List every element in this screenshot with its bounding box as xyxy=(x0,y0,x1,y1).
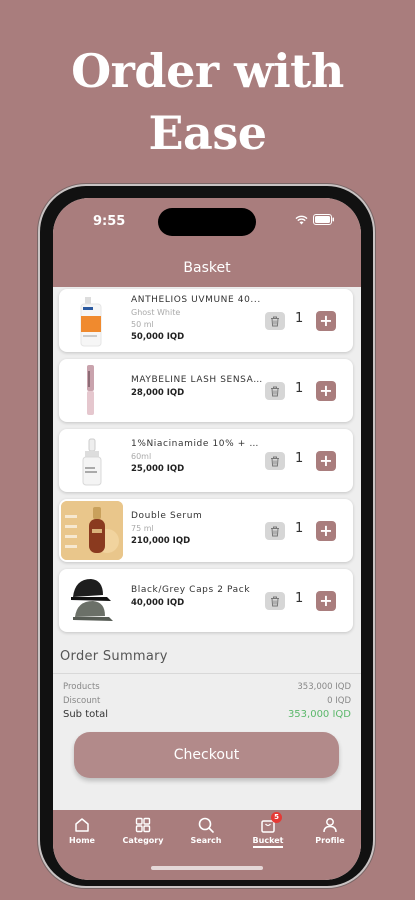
battery-icon xyxy=(313,214,334,225)
tab-label: Home xyxy=(69,836,95,845)
product-size: 50 ml xyxy=(131,320,154,329)
home-icon xyxy=(75,818,89,832)
divider xyxy=(53,673,361,674)
mascara-image xyxy=(61,361,123,420)
products-value: 353,000 IQD xyxy=(297,682,351,692)
dynamic-island xyxy=(158,208,256,236)
product-name: 1%Niacinamide 10% + Zi... xyxy=(131,439,263,449)
trash-icon[interactable] xyxy=(265,592,285,610)
promo-headline-line1: Order with xyxy=(71,44,344,98)
sunscreen-bottle-image xyxy=(61,291,123,350)
quantity-value: 1 xyxy=(295,451,304,466)
product-name: Black/Grey Caps 2 Pack xyxy=(131,585,251,595)
basket-item[interactable]: 1%Niacinamide 10% + Zi... 60ml 25,000 IQ… xyxy=(59,429,353,492)
serum-dropper-image xyxy=(61,431,123,490)
basket-item[interactable]: Double Serum 75 ml 210,000 IQD 1 + xyxy=(59,499,353,562)
product-name: ANTHELIOS UVMUNE 40... xyxy=(131,295,261,305)
tab-label: Search xyxy=(190,836,222,845)
product-price: 50,000 IQD xyxy=(131,332,185,342)
product-price: 210,000 IQD xyxy=(131,536,191,546)
promo-headline: Order with Ease xyxy=(0,40,415,164)
product-variant: Ghost White xyxy=(131,308,181,317)
trash-icon[interactable] xyxy=(265,312,285,330)
discount-value: 0 IQD xyxy=(327,696,351,706)
status-time: 9:55 xyxy=(93,214,126,229)
increase-quantity-button[interactable]: + xyxy=(316,451,336,471)
caps-image xyxy=(61,571,123,630)
tab-home[interactable]: Home xyxy=(57,816,107,845)
bottom-tab-bar: Home Category Search 5 Bucket Profile xyxy=(53,810,361,880)
tab-label: Category xyxy=(122,836,164,845)
product-size: 60ml xyxy=(131,452,152,461)
basket-item[interactable]: Black/Grey Caps 2 Pack 40,000 IQD 1 + xyxy=(59,569,353,632)
quantity-value: 1 xyxy=(295,311,304,326)
checkout-button[interactable]: Checkout xyxy=(74,732,339,778)
basket-item[interactable]: ANTHELIOS UVMUNE 40... Ghost White 50 ml… xyxy=(59,289,353,352)
app-screen: 9:55 Basket ANTHELIOS UVMUNE 40... Ghost… xyxy=(53,198,361,880)
quantity-value: 1 xyxy=(295,381,304,396)
grid-icon xyxy=(135,817,151,833)
product-price: 25,000 IQD xyxy=(131,464,185,474)
home-indicator xyxy=(151,866,263,870)
increase-quantity-button[interactable]: + xyxy=(316,381,336,401)
summary-row-products: Products 353,000 IQD xyxy=(63,682,351,692)
product-price: 40,000 IQD xyxy=(131,598,185,608)
trash-icon[interactable] xyxy=(265,522,285,540)
trash-icon[interactable] xyxy=(265,382,285,400)
product-size: 75 ml xyxy=(131,524,154,533)
tab-category[interactable]: Category xyxy=(118,816,168,845)
increase-quantity-button[interactable]: + xyxy=(316,311,336,331)
summary-row-discount: Discount 0 IQD xyxy=(63,696,351,706)
increase-quantity-button[interactable]: + xyxy=(316,521,336,541)
product-price: 28,000 IQD xyxy=(131,388,185,398)
summary-row-subtotal: Sub total 353,000 IQD xyxy=(63,709,351,720)
search-icon xyxy=(198,817,214,833)
system-icons xyxy=(295,214,335,225)
promo-headline-line2: Ease xyxy=(148,106,267,160)
tab-profile[interactable]: Profile xyxy=(305,816,355,845)
user-icon xyxy=(323,818,337,833)
quantity-value: 1 xyxy=(295,521,304,536)
tab-search[interactable]: Search xyxy=(181,816,231,845)
double-serum-image xyxy=(61,501,123,560)
tab-label: Profile xyxy=(315,836,345,845)
subtotal-value: 353,000 IQD xyxy=(287,709,351,720)
tab-label: Bucket xyxy=(252,836,284,848)
increase-quantity-button[interactable]: + xyxy=(316,591,336,611)
subtotal-label: Sub total xyxy=(63,709,109,720)
cart-count-badge: 5 xyxy=(271,812,282,823)
product-name: Double Serum xyxy=(131,511,203,521)
page-title: Basket xyxy=(53,253,361,287)
discount-label: Discount xyxy=(63,696,101,706)
wifi-icon xyxy=(295,215,308,224)
status-bar: 9:55 xyxy=(53,198,361,253)
order-summary-title: Order Summary xyxy=(60,649,168,664)
products-label: Products xyxy=(63,682,100,692)
trash-icon[interactable] xyxy=(265,452,285,470)
basket-item[interactable]: MAYBELINE LASH SENSA... 28,000 IQD 1 + xyxy=(59,359,353,422)
quantity-value: 1 xyxy=(295,591,304,606)
tab-bucket[interactable]: 5 Bucket xyxy=(243,812,293,848)
product-name: MAYBELINE LASH SENSA... xyxy=(131,375,263,385)
